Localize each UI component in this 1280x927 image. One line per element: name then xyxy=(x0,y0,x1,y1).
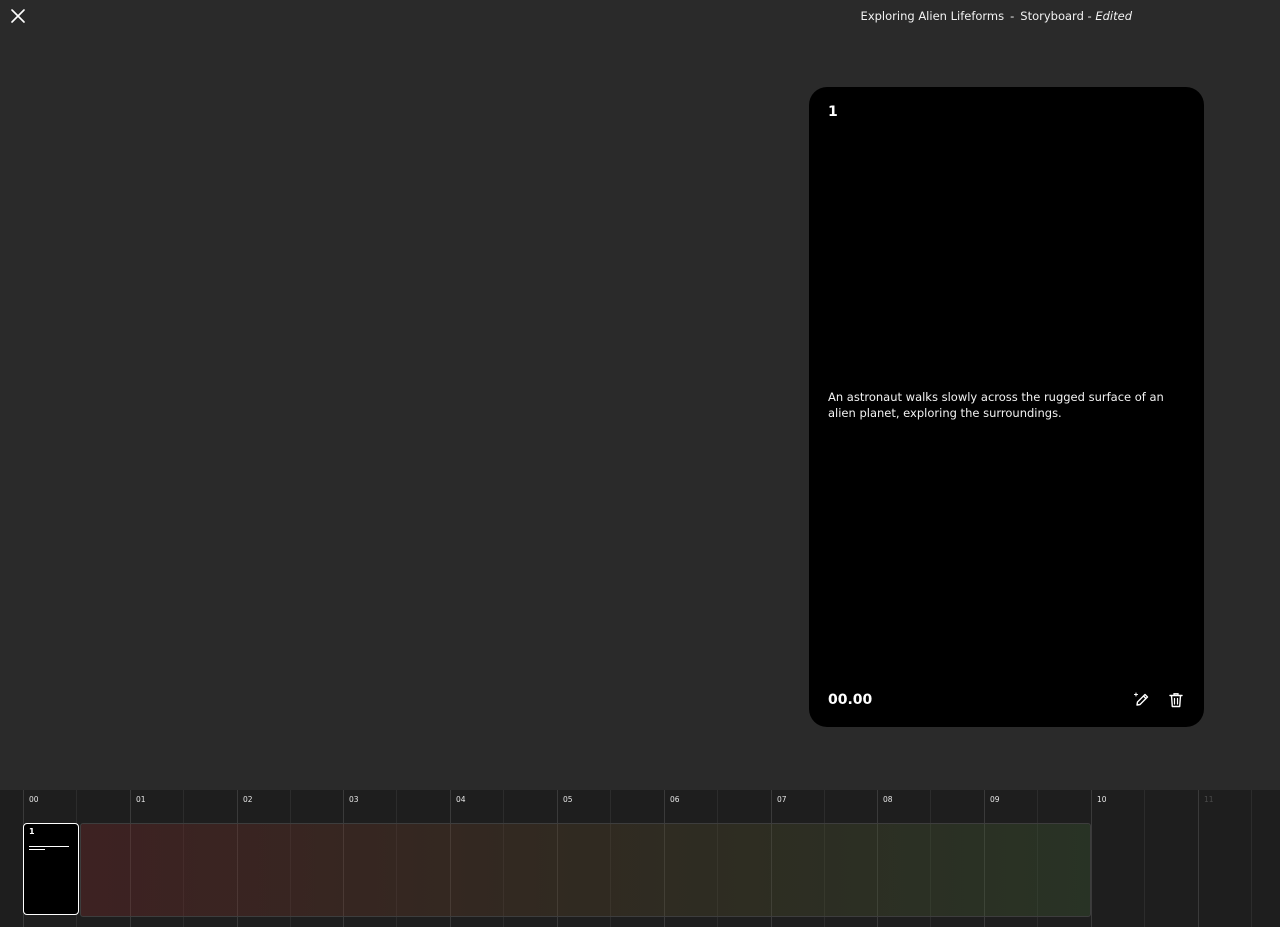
document-title: Exploring Alien Lifeforms - Storyboard - E… xyxy=(860,9,1132,23)
storyboard-app: Exploring Alien Lifeforms - Storyboard - E… xyxy=(0,0,1280,927)
scene-description: An astronaut walks slowly across the rug… xyxy=(828,390,1164,420)
clip-text-line xyxy=(29,846,69,847)
ruler-tick-label: 07 xyxy=(777,795,787,804)
ruler-tick-label: 11 xyxy=(1204,795,1214,804)
clip-number: 1 xyxy=(29,827,35,836)
ruler-tick-label: 01 xyxy=(136,795,146,804)
close-button[interactable] xyxy=(8,6,28,26)
scene-number: 1 xyxy=(828,104,838,120)
clip-text-line xyxy=(29,849,45,850)
ruler-tick-label: 09 xyxy=(990,795,1000,804)
delete-scene-button[interactable] xyxy=(1166,690,1186,710)
close-icon xyxy=(11,9,25,23)
ruler-tick-label: 05 xyxy=(563,795,573,804)
ruler-tick-label: 08 xyxy=(883,795,893,804)
title-separator: - xyxy=(1010,9,1015,23)
ruler-tick-label: 06 xyxy=(670,795,680,804)
ruler-tick-label: 04 xyxy=(456,795,466,804)
timeline[interactable]: 00 01 02 03 04 05 06 07 08 09 10 11 1 xyxy=(0,790,1280,927)
timeline-ruler[interactable]: 00 01 02 03 04 05 06 07 08 09 10 11 xyxy=(0,790,1280,823)
edit-scene-button[interactable] xyxy=(1132,690,1152,710)
scene-clip-track[interactable] xyxy=(80,823,1091,917)
scene-card: 1 An astronaut walks slowly across the r… xyxy=(809,87,1204,727)
edited-status: Edited xyxy=(1095,9,1132,23)
magic-pencil-icon xyxy=(1133,692,1149,706)
ruler-tick-label: 10 xyxy=(1097,795,1107,804)
scene-clip-thumbnail[interactable]: 1 xyxy=(23,823,79,915)
scene-actions xyxy=(1132,690,1186,710)
ruler-tick-label: 00 xyxy=(29,795,39,804)
project-name: Exploring Alien Lifeforms xyxy=(860,9,1005,23)
ruler-tick-label: 02 xyxy=(243,795,253,804)
ruler-tick-label: 03 xyxy=(349,795,359,804)
view-name: Storyboard xyxy=(1020,9,1084,23)
scene-timestamp: 00.00 xyxy=(828,692,873,708)
trash-icon xyxy=(1169,693,1183,708)
